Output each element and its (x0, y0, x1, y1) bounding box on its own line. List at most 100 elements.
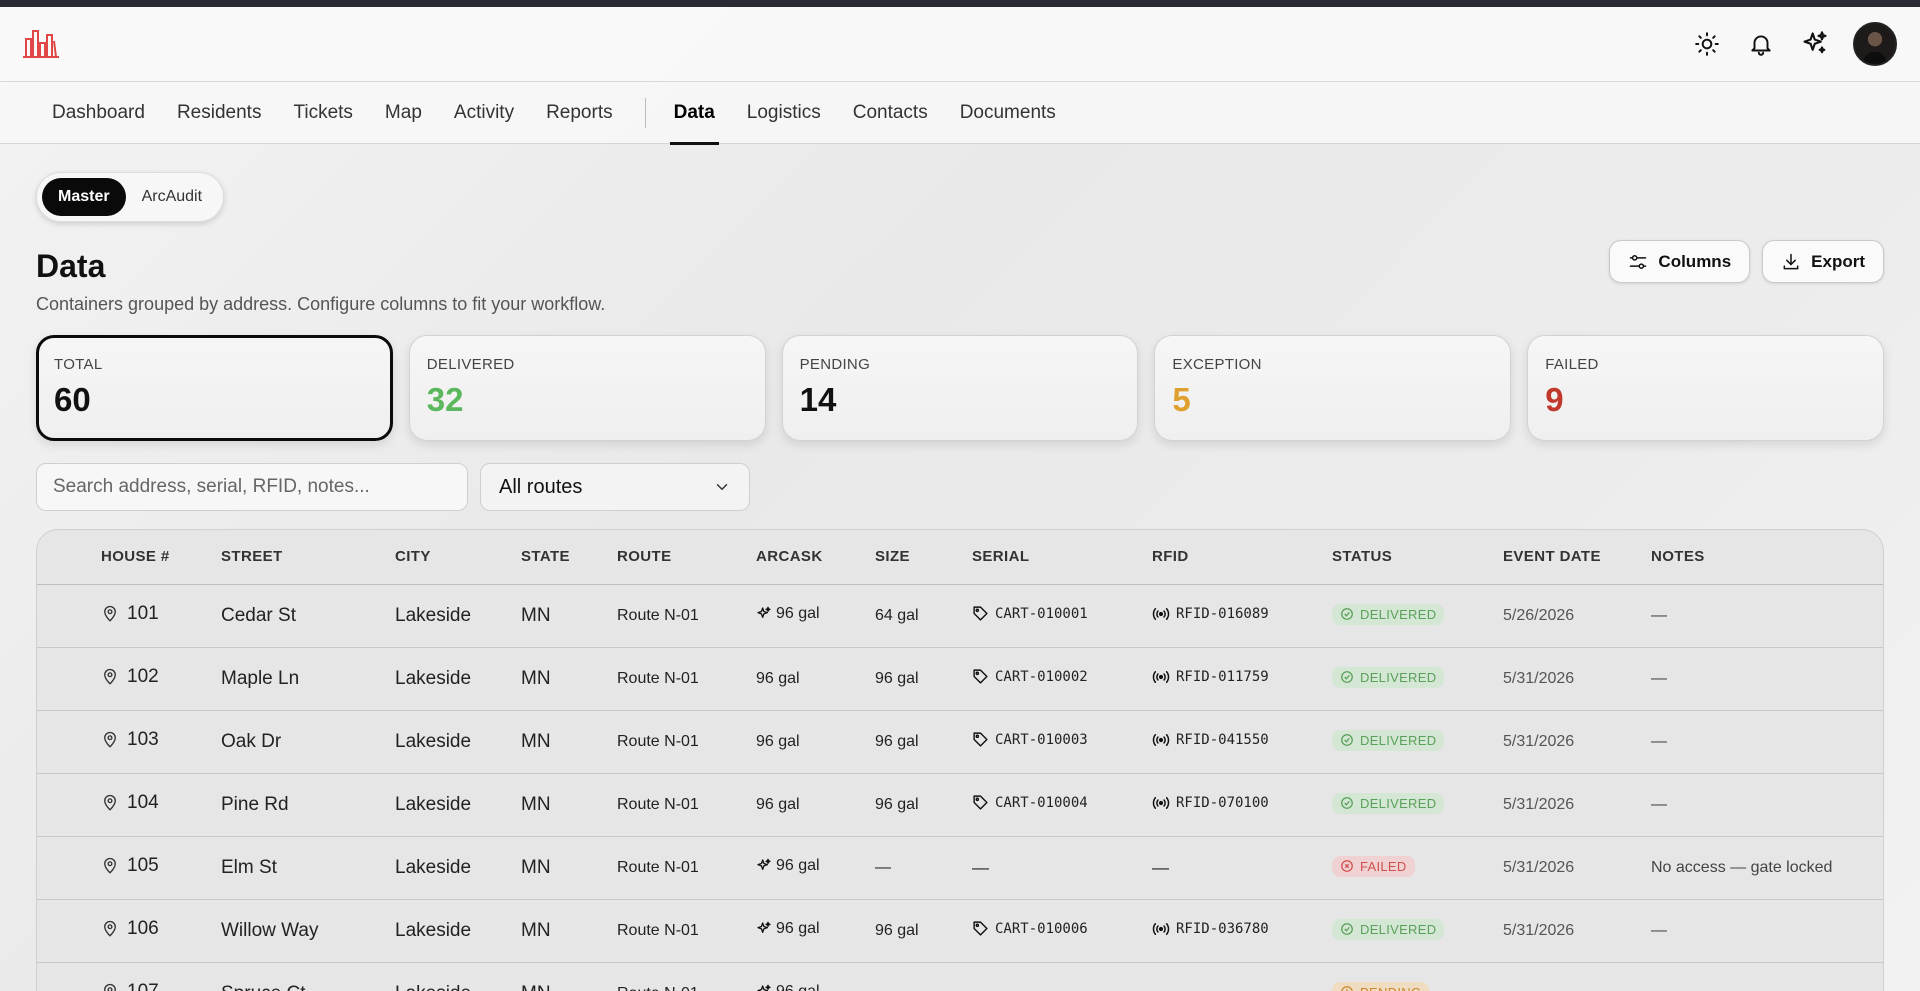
map-pin-icon (101, 794, 119, 812)
segment-master[interactable]: Master (42, 178, 126, 216)
map-pin-icon (101, 731, 119, 749)
table-row[interactable]: 104 Pine Rd Lakeside MN Route N-01 96 gal 96 g… (37, 773, 1883, 837)
cell-city: Lakeside (395, 962, 521, 991)
segment-arcaudit[interactable]: ArcAudit (126, 178, 218, 216)
nav-item-residents[interactable]: Residents (161, 82, 278, 144)
route-select[interactable]: All routes (480, 463, 750, 511)
cell-house: 101 (101, 584, 221, 648)
stat-card-delivered[interactable]: DELIVERED 32 (408, 335, 766, 441)
table-row[interactable]: 107 Spruce CtLakesideMNRoute N-01 96 gal PE… (37, 962, 1883, 991)
app-header (0, 7, 1920, 82)
header-arcask[interactable]: ARCASK (756, 530, 875, 585)
arcask-value: 96 gal (756, 669, 800, 687)
x-circle-icon (1340, 859, 1354, 873)
nav-item-logistics[interactable]: Logistics (731, 82, 837, 144)
main-nav: Dashboard Residents Tickets Map Activity… (0, 82, 1920, 145)
cell-arcask: 96 gal (756, 773, 875, 837)
cell-status: DELIVERED (1332, 584, 1503, 648)
header-city[interactable]: CITY (395, 530, 521, 585)
export-button-label: Export (1811, 251, 1865, 271)
header-house[interactable]: HOUSE # (101, 530, 221, 585)
house-number: 103 (127, 728, 159, 750)
nav-item-contacts[interactable]: Contacts (837, 82, 944, 144)
table-header-row: HOUSE # STREET CITY STATE ROUTE ARCASK S… (37, 530, 1883, 585)
cell-size (875, 962, 972, 991)
cell-notes (1651, 962, 1883, 991)
cell-notes: — (1651, 773, 1883, 837)
status-label: DELIVERED (1360, 606, 1437, 622)
cell-route: Route N-01 (617, 836, 756, 900)
cell-street: Elm St (221, 836, 395, 900)
theme-toggle-button[interactable] (1691, 28, 1723, 60)
notifications-button[interactable] (1745, 28, 1777, 60)
rfid-signal-icon (1152, 670, 1170, 684)
rfid-signal-icon (1152, 922, 1170, 936)
header-status[interactable]: STATUS (1332, 530, 1503, 585)
cell-arcask: 96 gal (756, 899, 875, 963)
status-label: DELIVERED (1360, 795, 1437, 811)
header-size[interactable]: SIZE (875, 530, 972, 585)
app-logo[interactable] (23, 29, 59, 59)
status-badge: DELIVERED (1332, 603, 1445, 625)
rfid-value: RFID-011759 (1176, 669, 1269, 685)
cell-event-date: 5/31/2026 (1503, 836, 1651, 900)
cell-event-date: 5/31/2026 (1503, 647, 1651, 711)
filters-row: All routes (36, 463, 1884, 511)
status-label: DELIVERED (1360, 669, 1437, 685)
nav-item-reports[interactable]: Reports (530, 82, 629, 144)
cell-city: Lakeside (395, 647, 521, 711)
table-row[interactable]: 106 Willow Way Lakeside MN Route N-01 96 gal 9… (37, 899, 1883, 963)
stat-card-total[interactable]: TOTAL 60 (36, 335, 393, 441)
cell-city: Lakeside (395, 836, 521, 900)
nav-item-documents[interactable]: Documents (944, 82, 1072, 144)
stat-value: 60 (54, 381, 91, 418)
cell-status: DELIVERED (1332, 899, 1503, 963)
cell-status: DELIVERED (1332, 710, 1503, 774)
cell-route: Route N-01 (617, 584, 756, 648)
stat-card-exception[interactable]: EXCEPTION 5 (1154, 335, 1512, 441)
user-avatar[interactable] (1853, 22, 1897, 66)
table-row[interactable]: 102 Maple Ln Lakeside MN Route N-01 96 gal 96 … (37, 647, 1883, 711)
data-table-container: HOUSE # STREET CITY STATE ROUTE ARCASK S… (36, 529, 1884, 991)
nav-item-dashboard[interactable]: Dashboard (36, 82, 161, 144)
nav-item-map[interactable]: Map (369, 82, 438, 144)
row-spacer (37, 710, 101, 774)
rfid-value: RFID-041550 (1176, 732, 1269, 748)
row-spacer (37, 836, 101, 900)
page-title: Data (36, 248, 106, 284)
cell-rfid: RFID-070100 (1152, 773, 1332, 837)
row-spacer (37, 584, 101, 648)
cell-rfid: RFID-036780 (1152, 899, 1332, 963)
search-input[interactable] (36, 463, 468, 511)
arcask-value: 96 gal (776, 604, 820, 622)
arcask-value: 96 gal (776, 982, 820, 991)
header-event-date[interactable]: EVENT DATE (1503, 530, 1651, 585)
chevron-down-icon (716, 484, 728, 491)
cell-state: MN (521, 710, 617, 774)
clock-icon (1340, 985, 1354, 991)
export-button[interactable]: Export (1762, 240, 1884, 283)
arcask-value: 96 gal (776, 919, 820, 937)
header-state[interactable]: STATE (521, 530, 617, 585)
table-row[interactable]: 103 Oak Dr Lakeside MN Route N-01 96 gal 96 ga… (37, 710, 1883, 774)
header-rfid[interactable]: RFID (1152, 530, 1332, 585)
house-number: 102 (127, 665, 159, 687)
header-route[interactable]: ROUTE (617, 530, 756, 585)
nav-item-tickets[interactable]: Tickets (277, 82, 368, 144)
cell-arcask: 96 gal (756, 584, 875, 648)
cell-status: FAILED (1332, 836, 1503, 900)
table-row[interactable]: 105 Elm St Lakeside MN Route N-01 96 gal — — — FA… (37, 836, 1883, 900)
header-notes[interactable]: NOTES (1651, 530, 1883, 585)
header-serial[interactable]: SERIAL (972, 530, 1152, 585)
stat-label: TOTAL (54, 356, 103, 373)
stat-card-pending[interactable]: PENDING 14 (781, 335, 1139, 441)
ai-assistant-button[interactable] (1799, 28, 1831, 60)
nav-item-activity[interactable]: Activity (438, 82, 530, 144)
header-street[interactable]: STREET (221, 530, 395, 585)
cell-rfid: — (1152, 836, 1332, 900)
stat-label: PENDING (799, 356, 871, 373)
table-row[interactable]: 101 Cedar St Lakeside MN Route N-01 96 gal 64 … (37, 584, 1883, 648)
nav-item-data[interactable]: Data (658, 82, 731, 145)
columns-button[interactable]: Columns (1609, 240, 1751, 283)
stat-card-failed[interactable]: FAILED 9 (1527, 335, 1884, 441)
